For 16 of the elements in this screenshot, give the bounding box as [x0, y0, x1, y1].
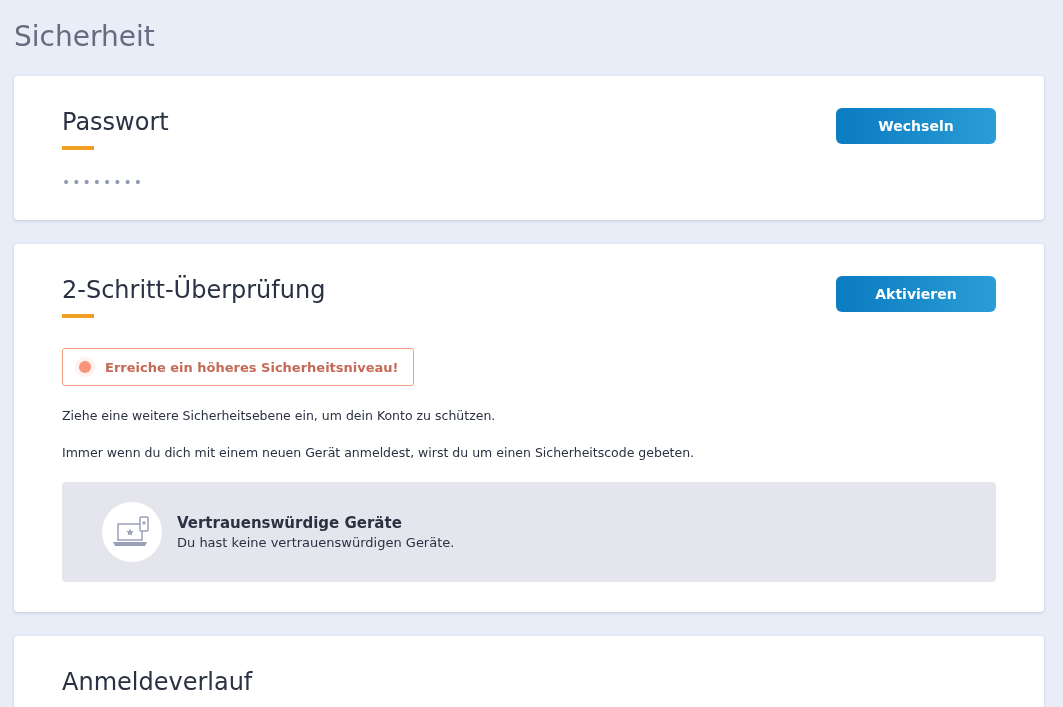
description-text: Immer wenn du dich mit einem neuen Gerät anmeldest, wirst du um einen Sicherheitscode gebeten. — [62, 445, 696, 460]
alert-text: Erreiche ein höheres Sicherheitsniveau! — [105, 359, 399, 375]
title-underline — [62, 146, 94, 150]
activate-button[interactable]: Aktivieren — [836, 276, 996, 312]
description-text: Ziehe eine weitere Sicherheitsebene ein, um dein Konto zu schützen. — [62, 408, 497, 423]
masked-password: •••••••• — [62, 174, 146, 190]
laptop-phone-icon — [102, 502, 162, 562]
change-button[interactable]: Wechseln — [836, 108, 996, 144]
warning-dot-icon — [75, 357, 95, 377]
section-title: Passwort — [62, 108, 169, 136]
devices-title: Vertrauenswürdige Geräte — [177, 514, 403, 532]
page-title: Sicherheit — [14, 19, 156, 55]
section-title: 2-Schritt-Überprüfung — [62, 276, 326, 304]
title-underline — [62, 314, 94, 318]
devices-text: Du hast keine vertrauenswürdigen Geräte. — [177, 535, 455, 550]
section-title: Anmeldeverlauf — [62, 668, 254, 696]
